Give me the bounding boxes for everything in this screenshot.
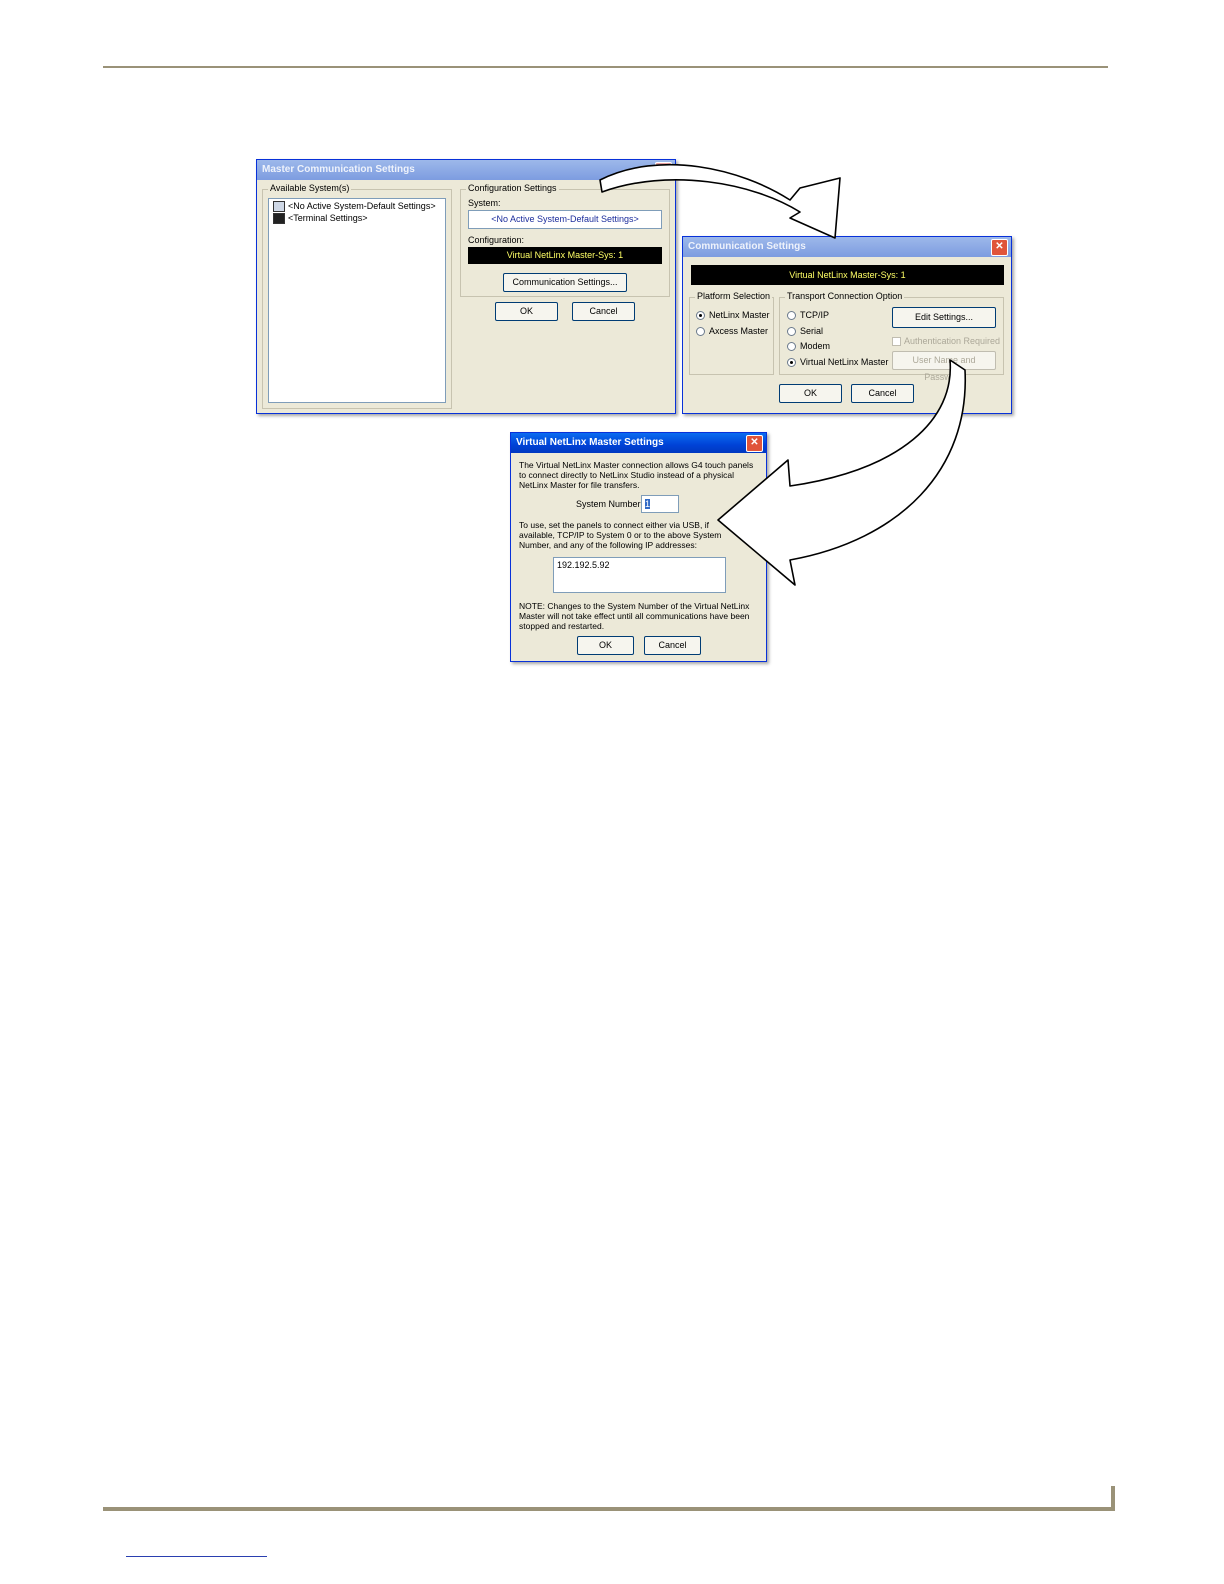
edit-settings-button[interactable]: Edit Settings...: [892, 307, 996, 328]
configuration-settings-group: Configuration Settings System: <No Activ…: [460, 183, 670, 297]
intro-text: The Virtual NetLinx Master connection al…: [519, 460, 754, 490]
tree-item-default-settings[interactable]: <No Active System-Default Settings>: [273, 201, 436, 213]
axcess-master-radio[interactable]: [696, 327, 705, 336]
modem-radio[interactable]: [787, 342, 796, 351]
system-number-label: System Number:: [576, 499, 644, 509]
footer-rule-tick: [1111, 1486, 1115, 1511]
terminal-icon: [273, 213, 285, 225]
authentication-required-checkbox[interactable]: [892, 337, 901, 346]
serial-radio[interactable]: [787, 327, 796, 336]
cancel-button[interactable]: Cancel: [572, 302, 635, 321]
computer-icon: [273, 201, 285, 213]
transport-connection-label: Transport Connection Option: [785, 291, 905, 301]
ok-button[interactable]: OK: [495, 302, 558, 321]
note-text: NOTE: Changes to the System Number of th…: [519, 601, 750, 631]
transport-connection-group: Transport Connection Option TCP/IP Seria…: [779, 291, 1004, 382]
configuration-value-bar: Virtual NetLinx Master-Sys: 1: [468, 247, 662, 264]
ip-address-list[interactable]: 192.192.5.92: [553, 557, 726, 593]
communication-settings-dialog: Communication Settings ✕ Virtual NetLinx…: [682, 236, 1012, 414]
system-label: System:: [468, 198, 501, 208]
virtual-netlinx-master-settings-dialog: Virtual NetLinx Master Settings ✕ The Vi…: [510, 432, 767, 662]
ip-address-item[interactable]: 192.192.5.92: [557, 560, 610, 570]
comm-dialog-titlebar[interactable]: Communication Settings: [683, 237, 1011, 257]
tree-item-label: <No Active System-Default Settings>: [288, 201, 436, 211]
comm-dialog-title: Communication Settings: [688, 241, 806, 252]
system-value: <No Active System-Default Settings>: [491, 214, 639, 224]
configuration-label: Configuration:: [468, 235, 525, 245]
virtual-dialog-title: Virtual NetLinx Master Settings: [516, 437, 664, 448]
system-number-value: 1: [645, 499, 651, 509]
netlinx-master-label: NetLinx Master: [709, 310, 770, 320]
axcess-master-label: Axcess Master: [709, 326, 769, 336]
user-name-password-button[interactable]: User Name and Password: [892, 351, 996, 382]
system-number-input[interactable]: 1: [641, 495, 679, 513]
modem-label: Modem: [800, 341, 831, 351]
footer-rule: [103, 1507, 1115, 1511]
configuration-value: Virtual NetLinx Master-Sys: 1: [506, 250, 624, 260]
virtual-dialog-titlebar[interactable]: Virtual NetLinx Master Settings: [511, 433, 766, 453]
authentication-required-label: Authentication Required: [904, 336, 1001, 346]
available-systems-group: Available System(s) <No Active System-De…: [262, 183, 452, 409]
tcpip-label: TCP/IP: [800, 310, 830, 320]
close-icon[interactable]: ✕: [991, 239, 1008, 256]
communication-settings-button[interactable]: Communication Settings...: [503, 273, 627, 292]
footer-link-underline: [126, 1556, 267, 1557]
ok-button[interactable]: OK: [577, 636, 634, 655]
virtual-netlinx-master-label: Virtual NetLinx Master: [800, 357, 889, 367]
cancel-button[interactable]: Cancel: [851, 384, 914, 403]
tcpip-radio[interactable]: [787, 311, 796, 320]
master-dialog-titlebar[interactable]: Master Communication Settings: [257, 160, 675, 180]
close-icon[interactable]: ✕: [746, 435, 763, 452]
available-systems-label: Available System(s): [268, 183, 352, 193]
virtual-netlinx-master-radio[interactable]: [787, 358, 796, 367]
tree-item-label: <Terminal Settings>: [288, 213, 368, 223]
master-dialog-title: Master Communication Settings: [262, 164, 415, 175]
tree-item-terminal-settings[interactable]: <Terminal Settings>: [273, 213, 368, 225]
header-rule: [103, 66, 1108, 68]
usage-text: To use, set the panels to connect either…: [519, 520, 722, 550]
ok-button[interactable]: OK: [779, 384, 842, 403]
platform-selection-label: Platform Selection: [695, 291, 773, 301]
systems-tree[interactable]: <No Active System-Default Settings> <Ter…: [268, 198, 446, 403]
cancel-button[interactable]: Cancel: [644, 636, 701, 655]
serial-label: Serial: [800, 326, 824, 336]
platform-selection-group: Platform Selection NetLinx Master Axcess…: [689, 291, 774, 375]
comm-header-bar: Virtual NetLinx Master-Sys: 1: [691, 265, 1004, 285]
close-icon[interactable]: ✕: [655, 162, 672, 179]
configuration-settings-label: Configuration Settings: [466, 183, 559, 193]
system-field: <No Active System-Default Settings>: [468, 210, 662, 229]
comm-header-value: Virtual NetLinx Master-Sys: 1: [789, 270, 906, 280]
master-communication-settings-dialog: Master Communication Settings ✕ Availabl…: [256, 159, 676, 414]
netlinx-master-radio[interactable]: [696, 311, 705, 320]
